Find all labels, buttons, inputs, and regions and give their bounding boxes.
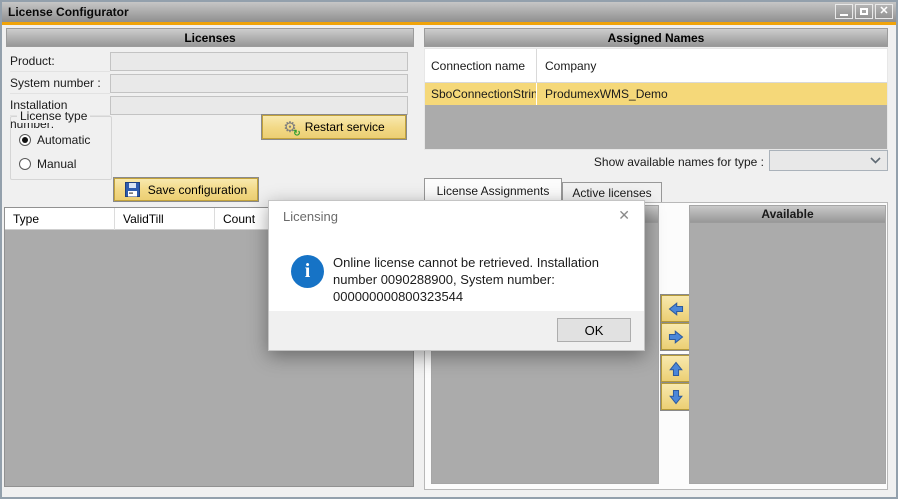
column-company[interactable]: Company <box>537 49 887 82</box>
restart-service-label: Restart service <box>305 120 385 134</box>
cell-company: ProdumexWMS_Demo <box>537 83 887 105</box>
close-icon: ✕ <box>879 6 888 17</box>
arrow-up-icon <box>668 360 684 378</box>
column-validtill[interactable]: ValidTill <box>115 208 215 230</box>
assigned-names-table[interactable]: Connection name Company SboConnectionStr… <box>424 48 888 150</box>
dialog-message: Online license cannot be retrieved. Inst… <box>333 254 635 305</box>
window-controls: ✕ <box>835 4 893 19</box>
names-type-dropdown[interactable] <box>769 150 888 171</box>
save-configuration-label: Save configuration <box>148 183 247 197</box>
radio-automatic-label: Automatic <box>37 133 90 147</box>
chevron-down-icon <box>870 157 881 164</box>
product-label: Product: <box>10 52 110 72</box>
show-available-names-label: Show available names for type : <box>424 152 764 172</box>
radio-manual-label: Manual <box>37 157 76 171</box>
app-window: License Configurator ✕ Licenses Product:… <box>0 0 898 499</box>
assigned-names-table-header: Connection name Company <box>425 49 887 83</box>
ok-button[interactable]: OK <box>557 318 631 342</box>
move-down-button[interactable] <box>661 383 690 410</box>
title-bar: License Configurator <box>2 2 896 22</box>
arrow-right-icon <box>667 329 685 345</box>
arrow-left-icon <box>667 301 685 317</box>
license-type-legend: License type <box>17 109 90 123</box>
save-configuration-button[interactable]: Save configuration <box>114 178 258 201</box>
installation-number-field[interactable] <box>110 96 408 115</box>
system-number-label: System number : <box>10 74 110 94</box>
info-icon: i <box>291 255 324 288</box>
arrow-down-icon <box>668 388 684 406</box>
available-licenses-list[interactable]: Available <box>689 205 886 484</box>
minimize-icon <box>840 14 848 16</box>
restart-service-button[interactable]: ⚙↻ Restart service <box>262 115 406 139</box>
license-type-group: License type Automatic Manual <box>10 116 112 180</box>
system-number-field[interactable] <box>110 74 408 93</box>
column-connection-name[interactable]: Connection name <box>425 49 537 82</box>
cell-connection-name: SboConnectionString <box>425 83 537 105</box>
save-floppy-icon <box>125 182 140 197</box>
close-button[interactable]: ✕ <box>875 4 893 19</box>
product-field[interactable] <box>110 52 408 71</box>
move-left-button[interactable] <box>661 295 690 322</box>
accent-stripe <box>2 22 896 25</box>
dialog-close-icon[interactable]: ✕ <box>618 207 630 224</box>
gear-refresh-icon: ⚙↻ <box>283 120 296 135</box>
maximize-button[interactable] <box>855 4 873 19</box>
available-list-header: Available <box>690 206 885 223</box>
radio-automatic-dot <box>19 134 31 146</box>
move-right-button[interactable] <box>661 323 690 350</box>
radio-manual-dot <box>19 158 31 170</box>
radio-manual[interactable]: Manual <box>19 157 76 171</box>
assigned-names-header: Assigned Names <box>424 28 888 47</box>
minimize-button[interactable] <box>835 4 853 19</box>
dialog-title: Licensing <box>283 209 338 224</box>
table-row[interactable]: SboConnectionString ProdumexWMS_Demo <box>425 83 887 105</box>
column-type[interactable]: Type <box>5 208 115 230</box>
window-title: License Configurator <box>8 5 129 19</box>
maximize-icon <box>860 8 868 15</box>
licensing-dialog: Licensing ✕ i Online license cannot be r… <box>268 200 645 351</box>
licenses-panel-header: Licenses <box>6 28 414 47</box>
move-up-button[interactable] <box>661 355 690 382</box>
radio-automatic[interactable]: Automatic <box>19 133 90 147</box>
